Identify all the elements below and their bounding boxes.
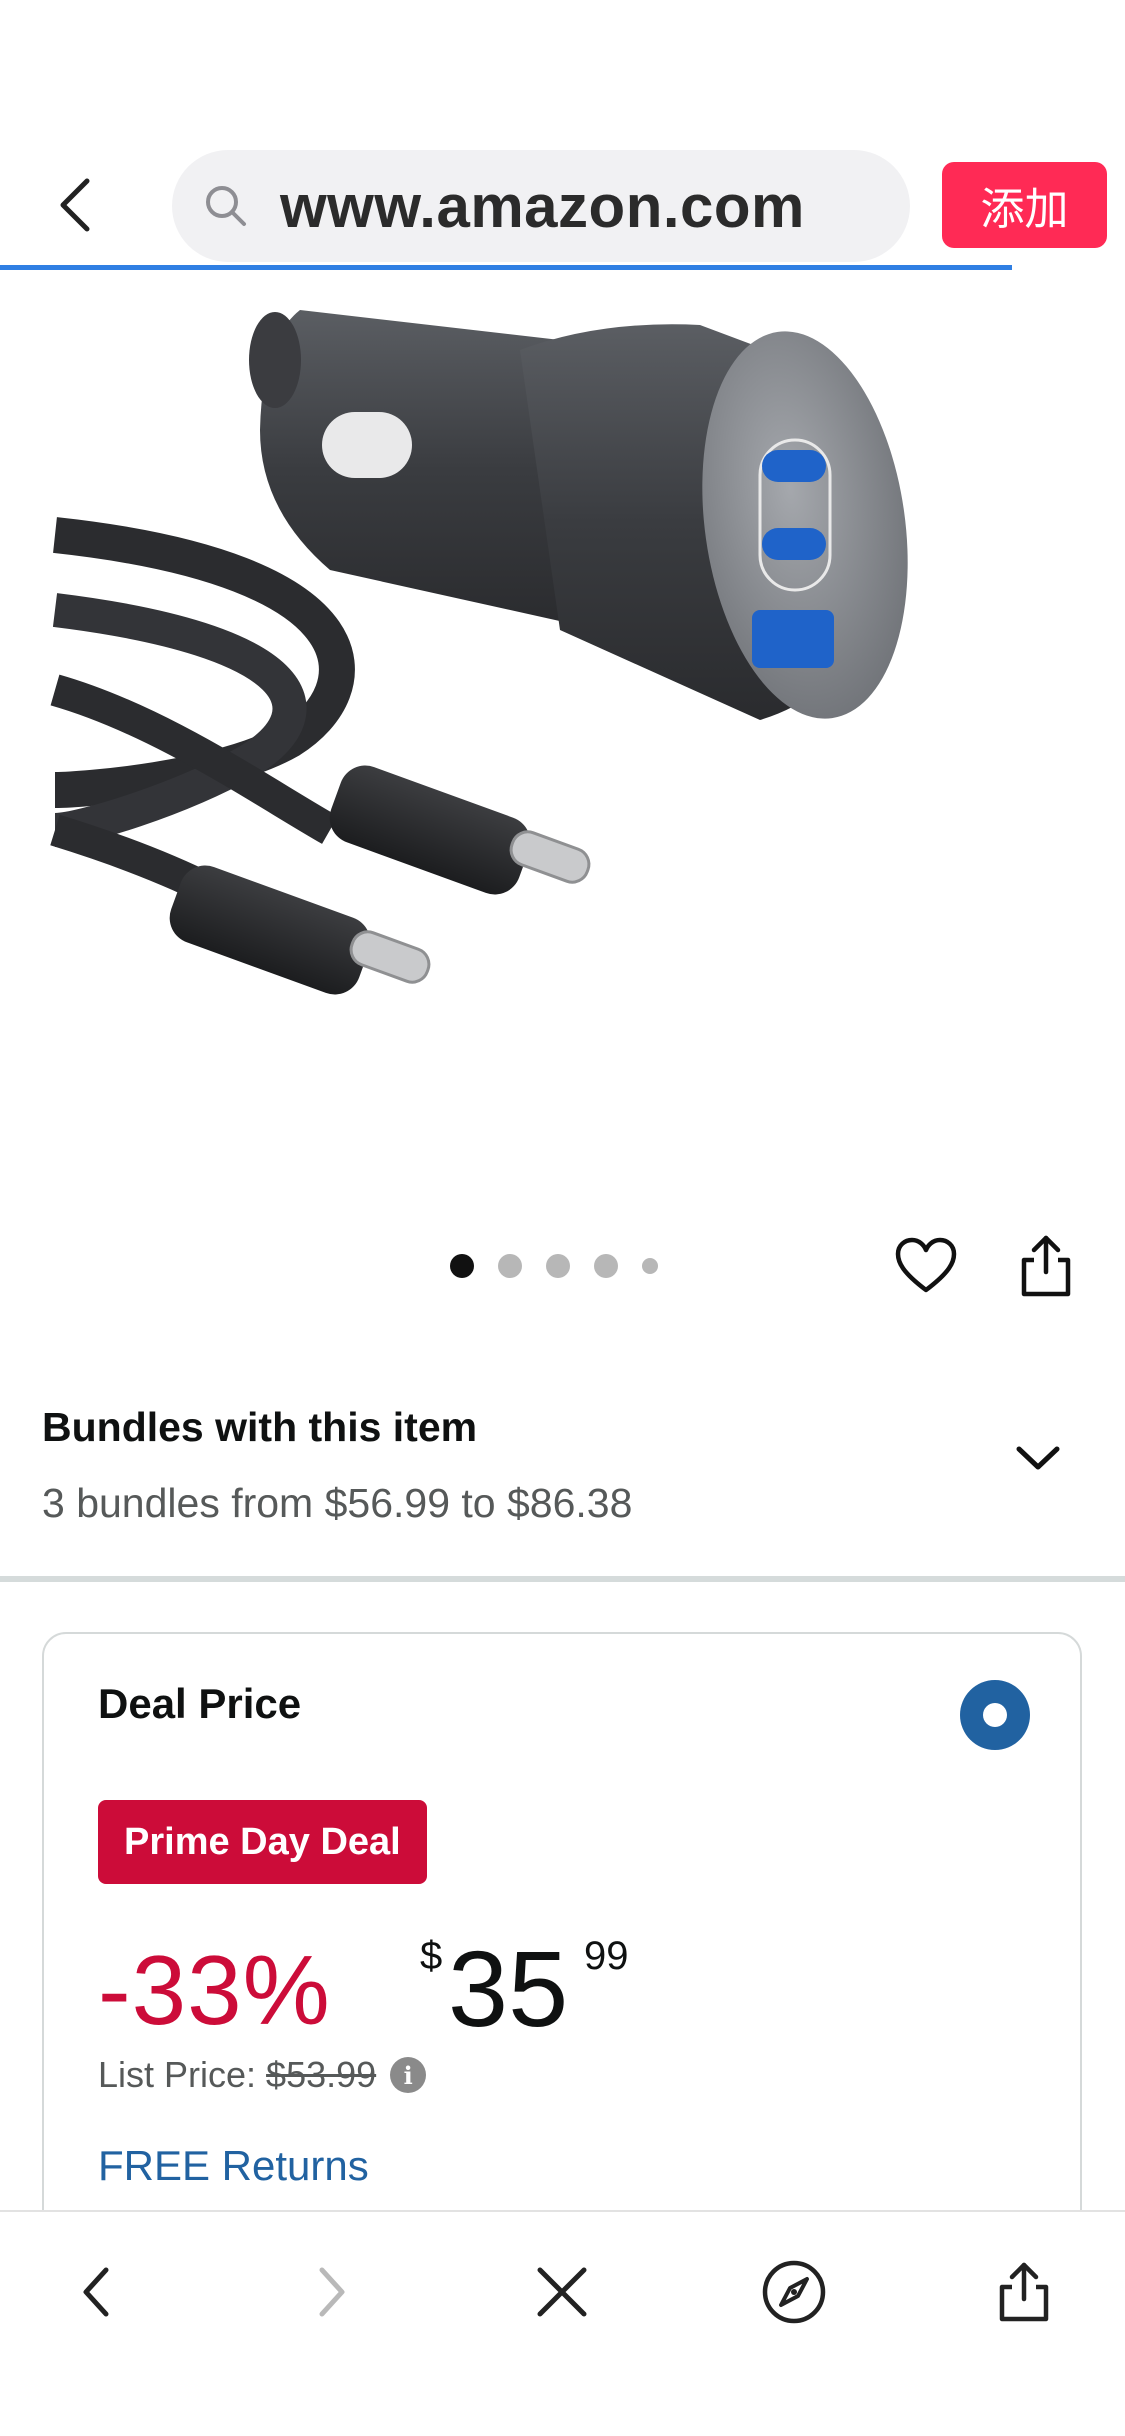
price-whole: 35 [448,1928,569,2049]
toolbar-forward-button[interactable] [292,2252,372,2332]
price-currency: $ [420,1934,443,1978]
compass-icon [762,2260,826,2324]
bundles-title: Bundles with this item [42,1404,478,1450]
deal-radio-button[interactable] [960,1680,1030,1750]
toolbar-close-button[interactable] [522,2252,602,2332]
free-returns-link[interactable]: FREE Returns [98,2142,369,2190]
pagination-dot[interactable] [642,1258,658,1274]
toolbar-share-button[interactable] [984,2252,1064,2332]
add-button[interactable]: 添加 [942,162,1107,248]
share-icon [999,2262,1049,2322]
address-bar[interactable]: www.amazon.com [172,150,910,262]
info-icon[interactable]: i [390,2057,427,2093]
browser-top-bar: www.amazon.com 添加 [0,140,1125,270]
back-button[interactable] [40,170,110,240]
back-icon [83,2267,109,2317]
chevron-left-icon [60,178,90,232]
deal-price-label: Deal Price [98,1680,302,1727]
price-fraction: 99 [584,1934,629,1978]
forward-icon [319,2267,345,2317]
list-price-label: List Price: [98,2054,257,2095]
pagination-dot[interactable] [546,1254,570,1278]
image-pagination[interactable] [450,1254,658,1278]
car-charger-image [50,310,908,995]
discount-percent: -33% [98,1935,331,2045]
close-icon [537,2267,587,2317]
prime-day-deal-badge: Prime Day Deal [98,1800,427,1884]
pagination-dot[interactable] [450,1254,474,1278]
chevron-down-icon [1016,1446,1060,1470]
browser-bottom-toolbar [0,2210,1125,2436]
search-icon [202,182,250,230]
section-divider [0,1576,1125,1582]
list-price-value: $53.99 [266,2054,377,2095]
list-price: List Price: $53.99 i [98,2054,427,2096]
share-icon [1021,1235,1071,1297]
bundles-expand-button[interactable] [1010,1430,1066,1486]
pagination-dot[interactable] [594,1254,618,1278]
product-image[interactable] [0,270,1125,1170]
bundles-summary: 3 bundles from $56.99 to $86.38 [42,1480,633,1526]
url-text: www.amazon.com [280,172,805,240]
toolbar-compass-button[interactable] [754,2252,834,2332]
wishlist-button[interactable] [890,1230,962,1302]
pagination-dot[interactable] [498,1254,522,1278]
bundles-section[interactable]: Bundles with this item 3 bundles from $5… [0,1380,1125,1580]
share-product-button[interactable] [1010,1228,1082,1304]
toolbar-back-button[interactable] [56,2252,136,2332]
status-bar [0,0,1125,140]
heart-icon [895,1237,957,1293]
